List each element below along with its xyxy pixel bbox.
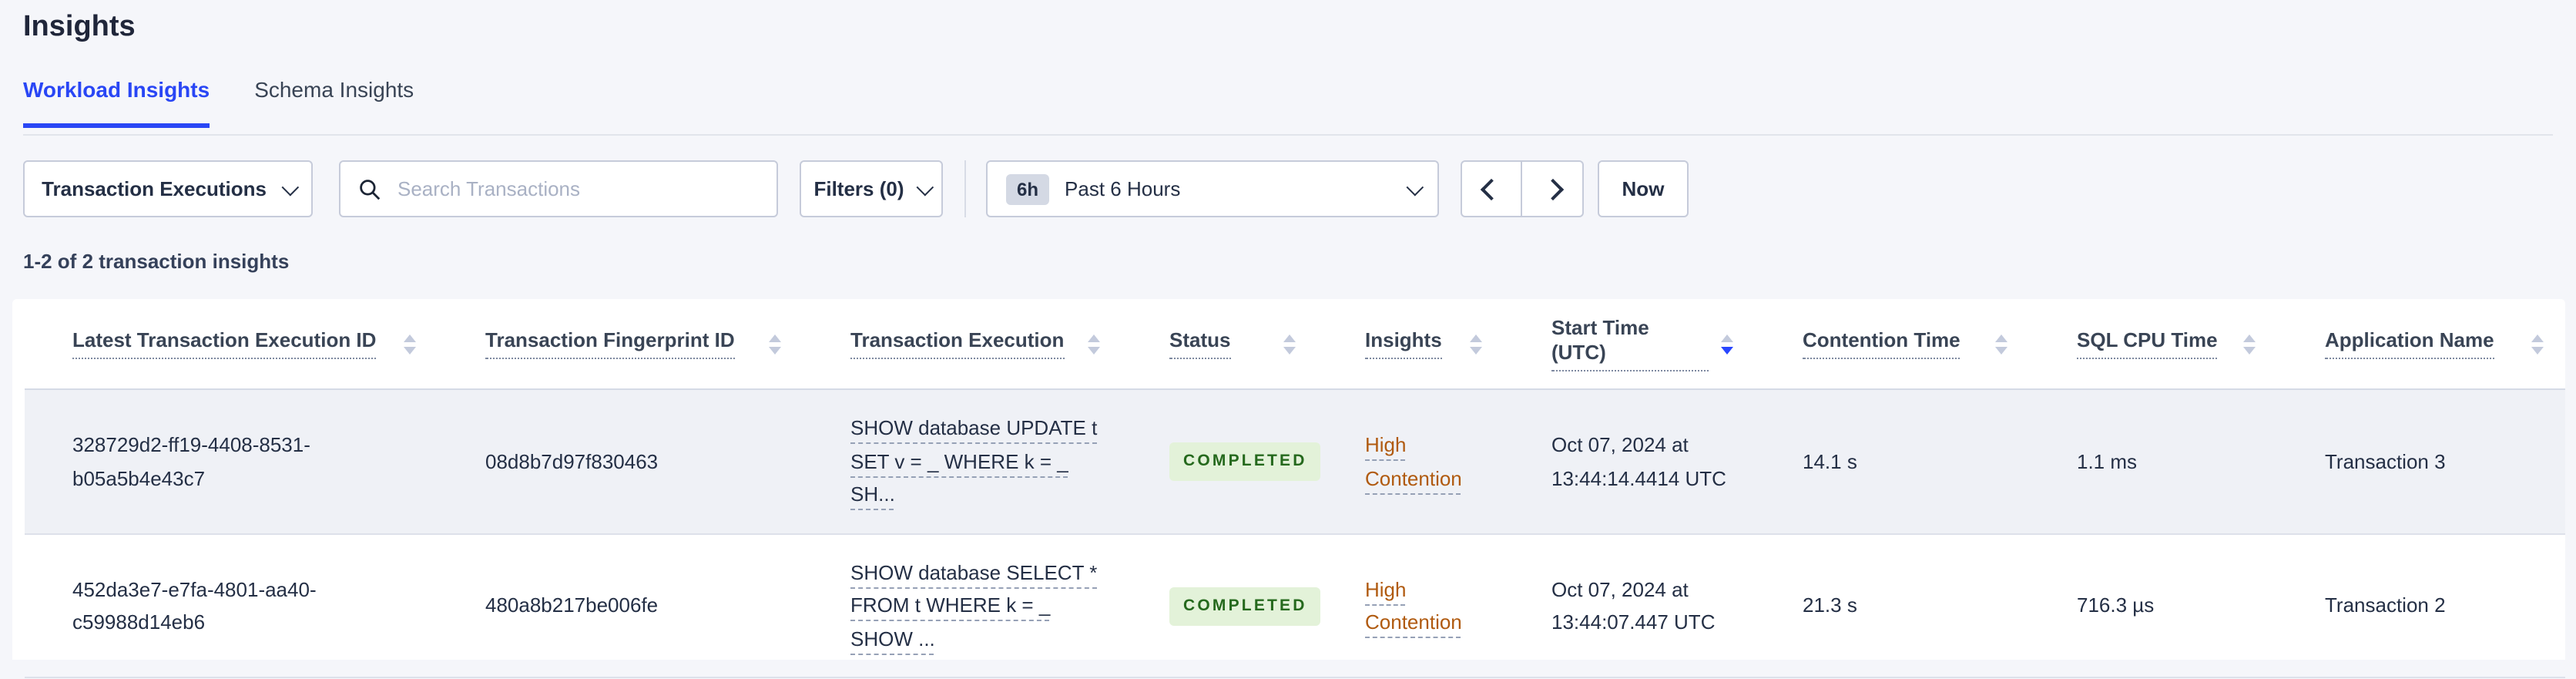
cell-contention-time: 21.3 s <box>1803 593 1857 617</box>
chevron-down-icon <box>916 177 934 196</box>
col-header-insights[interactable]: Insights <box>1317 299 1504 388</box>
col-header-transaction-fingerprint-id[interactable]: Transaction Fingerprint ID <box>438 299 803 388</box>
col-header-transaction-execution[interactable]: Transaction Execution <box>803 299 1122 388</box>
sort-icon[interactable] <box>404 334 416 354</box>
insights-table-card: Latest Transaction Execution ID Transact… <box>12 299 2565 679</box>
controls-separator <box>964 160 966 217</box>
tabs-divider <box>23 134 2553 136</box>
sort-icon[interactable] <box>1995 334 2007 354</box>
search-box[interactable] <box>339 160 778 217</box>
results-count: 1-2 of 2 transaction insights <box>23 250 290 273</box>
col-header-contention-time[interactable]: Contention Time <box>1755 299 2029 388</box>
time-pager <box>1461 160 1584 217</box>
transaction-execution-link[interactable]: SHOW database UPDATE t SET v = _ WHERE k… <box>850 412 1106 512</box>
col-header-latest-transaction-execution-id[interactable]: Latest Transaction Execution ID <box>25 299 438 388</box>
tab-schema-insights[interactable]: Schema Insights <box>254 77 414 128</box>
sort-icon[interactable] <box>1283 334 1296 354</box>
search-input[interactable] <box>394 176 758 202</box>
insight-type-dropdown[interactable]: Transaction Executions <box>23 160 313 217</box>
cell-sql-cpu-time: 716.3 µs <box>2077 593 2155 617</box>
controls-bar: Transaction Executions Filters (0) 6h Pa… <box>23 160 1689 217</box>
table-header-row: Latest Transaction Execution ID Transact… <box>25 299 2565 390</box>
prev-range-button[interactable] <box>1461 160 1522 217</box>
sort-icon[interactable] <box>769 334 781 354</box>
col-header-start-time[interactable]: Start Time (UTC) <box>1504 299 1755 388</box>
cell-fingerprint-id: 08d8b7d97f830463 <box>485 449 659 473</box>
col-header-sql-cpu-time[interactable]: SQL CPU Time <box>2029 299 2277 388</box>
time-range-badge: 6h <box>1006 173 1050 204</box>
sort-icon[interactable] <box>1721 334 1733 354</box>
cell-fingerprint-id: 480a8b217be006fe <box>485 593 659 617</box>
page-title: Insights <box>23 11 136 43</box>
table-row: 328729d2-ff19-4408-8531-b05a5b4e43c7 08d… <box>25 390 2565 535</box>
cell-application-name: Transaction 3 <box>2325 449 2446 473</box>
sort-icon[interactable] <box>1470 334 1482 354</box>
chevron-down-icon <box>1406 177 1424 196</box>
insights-page: Insights Workload Insights Schema Insigh… <box>0 0 2576 679</box>
cell-contention-time: 14.1 s <box>1803 449 1857 473</box>
chevron-down-icon <box>281 177 300 196</box>
tab-bar: Workload Insights Schema Insights <box>23 77 414 128</box>
now-label: Now <box>1622 177 1665 200</box>
transaction-execution-link[interactable]: SHOW database SELECT * FROM t WHERE k = … <box>850 556 1106 656</box>
cell-execution-id: 328729d2-ff19-4408-8531-b05a5b4e43c7 <box>72 433 310 489</box>
insight-type-label: Transaction Executions <box>42 177 267 200</box>
status-badge: COMPLETED <box>1169 587 1321 626</box>
status-badge: COMPLETED <box>1169 442 1321 482</box>
insights-table: Latest Transaction Execution ID Transact… <box>25 299 2565 679</box>
filters-label: Filters (0) <box>813 177 904 200</box>
sort-icon[interactable] <box>1088 334 1100 354</box>
sort-icon[interactable] <box>2531 334 2544 354</box>
chevron-left-icon <box>1480 177 1503 200</box>
col-header-application-name[interactable]: Application Name <box>2277 299 2565 388</box>
search-icon <box>360 179 381 200</box>
sort-icon[interactable] <box>2243 334 2256 354</box>
cell-start-time: Oct 07, 2024 at 13:44:14.4414 UTC <box>1551 433 1726 489</box>
next-range-button[interactable] <box>1522 160 1584 217</box>
chevron-right-icon <box>1541 177 1564 200</box>
table-row: 452da3e7-e7fa-4801-aa40-c59988d14eb6 480… <box>25 535 2565 679</box>
insight-high-contention-link[interactable]: High Contention <box>1365 573 1488 639</box>
time-range-label: Past 6 Hours <box>1065 177 1181 200</box>
now-button[interactable]: Now <box>1598 160 1689 217</box>
insight-high-contention-link[interactable]: High Contention <box>1365 429 1488 495</box>
cell-start-time: Oct 07, 2024 at 13:44:07.447 UTC <box>1551 577 1716 634</box>
cell-sql-cpu-time: 1.1 ms <box>2077 449 2138 473</box>
cell-execution-id: 452da3e7-e7fa-4801-aa40-c59988d14eb6 <box>72 577 317 634</box>
col-header-status[interactable]: Status <box>1122 299 1317 388</box>
filters-button[interactable]: Filters (0) <box>800 160 943 217</box>
tab-workload-insights[interactable]: Workload Insights <box>23 77 210 128</box>
cell-application-name: Transaction 2 <box>2325 593 2446 617</box>
time-range-picker[interactable]: 6h Past 6 Hours <box>986 160 1439 217</box>
